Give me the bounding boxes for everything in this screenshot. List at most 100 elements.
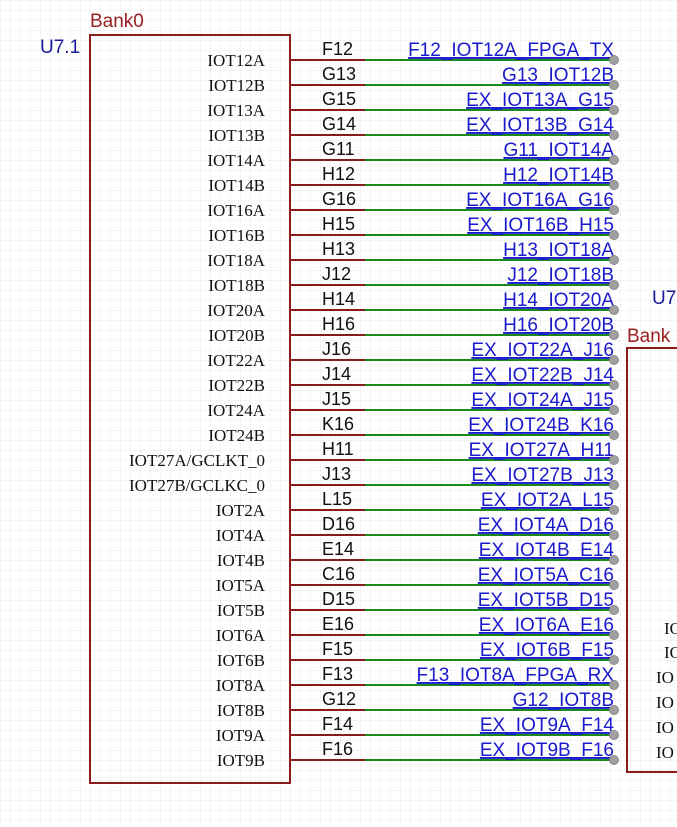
second-bank-label: Bank [627,326,671,347]
wire-end-dot[interactable] [609,380,619,390]
net-label: EX_IOT4B_E14 [479,540,615,561]
wire-end-dot[interactable] [609,455,619,465]
pin-name: IOT16B [208,226,265,245]
pin-number: G12 [322,689,356,709]
pin-number: G15 [322,89,356,109]
wire-end-dot[interactable] [609,755,619,765]
net-label: EX_IOT13A_G15 [466,90,614,111]
pin-number: D16 [322,514,355,534]
pin-number: G14 [322,114,356,134]
pin-number: J13 [322,464,351,484]
net-label: EX_IOT6B_F15 [480,640,614,661]
net-label: EX_IOT13B_G14 [466,115,614,136]
net-label: EX_IOT2A_L15 [481,490,614,511]
pin-name: IOT24A [207,401,265,420]
pin-number: H14 [322,289,355,309]
pin-name: IOT27B/GCLKC_0 [129,476,265,495]
wire-end-dot[interactable] [609,530,619,540]
pin-number: J15 [322,389,351,409]
second-pin-name-fragment: IO [656,718,674,737]
pin-number: H13 [322,239,355,259]
pin-name: IOT5A [216,576,266,595]
wire-end-dot[interactable] [609,730,619,740]
pin-number: H16 [322,314,355,334]
net-label: EX_IOT24A_J15 [471,390,614,411]
pin-name: IOT22A [207,351,265,370]
pin-name: IOT14B [208,176,265,195]
wire-end-dot[interactable] [609,405,619,415]
wire-end-dot[interactable] [609,305,619,315]
pin-number: D15 [322,589,355,609]
net-label: EX_IOT27B_J13 [471,465,614,486]
pin-number: J14 [322,364,351,384]
pin-name: IOT8A [216,676,266,695]
wire-end-dot[interactable] [609,630,619,640]
wire-end-dot[interactable] [609,230,619,240]
pin-name: IOT5B [217,601,265,620]
wire-end-dot[interactable] [609,155,619,165]
pin-name: IOT12A [207,51,265,70]
pin-name: IOT16A [207,201,265,220]
pin-number: L15 [322,489,352,509]
pin-name: IOT9A [216,726,266,745]
net-label: H14_IOT20A [503,290,614,311]
pin-name: IOT18A [207,251,265,270]
pin-name: IOT4A [216,526,266,545]
net-label: EX_IOT22A_J16 [471,340,614,361]
wire-end-dot[interactable] [609,555,619,565]
wire-end-dot[interactable] [609,430,619,440]
net-label: EX_IOT5A_C16 [478,565,614,586]
wire-end-dot[interactable] [609,105,619,115]
pin-number: C16 [322,564,355,584]
wire-end-dot[interactable] [609,80,619,90]
wire-end-dot[interactable] [609,355,619,365]
net-label: J12_IOT18B [507,265,614,286]
second-pin-name-fragment: IO [656,693,674,712]
pin-number: H12 [322,164,355,184]
second-pin-name-fragment: IO [656,668,674,687]
wire-end-dot[interactable] [609,655,619,665]
net-label: EX_IOT4A_D16 [478,515,614,536]
wire-end-dot[interactable] [609,705,619,715]
pin-name: IOT2A [216,501,266,520]
wire-end-dot[interactable] [609,505,619,515]
pin-name: IOT14A [207,151,265,170]
pin-name: IOT12B [208,76,265,95]
pin-name: IOT8B [217,701,265,720]
net-label: EX_IOT22B_J14 [471,365,614,386]
pin-name: IOT13A [207,101,265,120]
pin-name: IOT24B [208,426,265,445]
net-label: H12_IOT14B [503,165,614,186]
net-label: EX_IOT9B_F16 [480,740,614,761]
wire-end-dot[interactable] [609,680,619,690]
pin-number: H11 [322,439,354,459]
wire-end-dot[interactable] [609,205,619,215]
wire-end-dot[interactable] [609,480,619,490]
wire-end-dot[interactable] [609,330,619,340]
net-label: EX_IOT16B_H15 [467,215,614,236]
net-label: G12_IOT8B [513,690,614,711]
pin-name: IOT20A [207,301,265,320]
schematic-canvas: Bank0 U7.1 IOT12A F12 F12_IOT12A_FPGA_TX IO… [0,0,677,827]
net-label: EX_IOT16A_G16 [466,190,614,211]
wire-end-dot[interactable] [609,130,619,140]
wire-end-dot[interactable] [609,255,619,265]
net-label: H16_IOT20B [503,315,614,336]
net-label: EX_IOT6A_E16 [479,615,614,636]
wire-end-dot[interactable] [609,605,619,615]
net-label: H13_IOT18A [503,240,614,261]
wire-end-dot[interactable] [609,55,619,65]
pin-name: IOT18B [208,276,265,295]
net-label: EX_IOT9A_F14 [480,715,615,736]
pin-name: IOT20B [208,326,265,345]
second-pin-name-fragment: IO [656,743,674,762]
wire-end-dot[interactable] [609,280,619,290]
wire-end-dot[interactable] [609,180,619,190]
wire-end-dot[interactable] [609,580,619,590]
pin-number: F12 [322,39,353,59]
second-pin-name-fragment: IO [664,619,677,638]
pin-name: IOT6A [216,626,266,645]
pin-number: J12 [322,264,351,284]
designator-label: U7.1 [40,37,80,58]
pin-number: F15 [322,639,353,659]
